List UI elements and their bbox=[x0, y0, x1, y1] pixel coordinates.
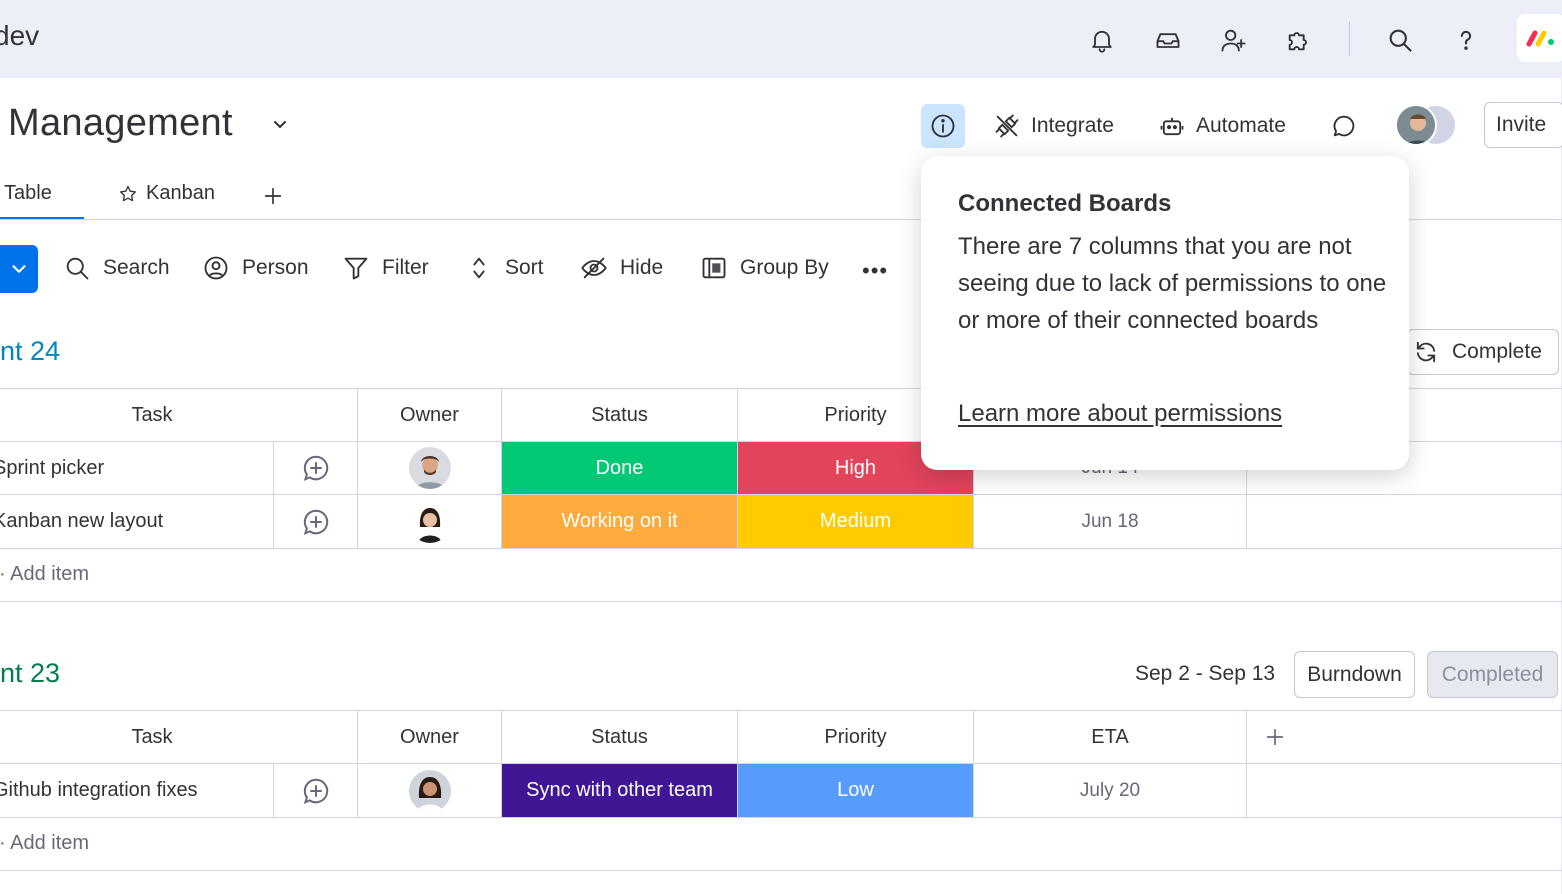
column-header-owner[interactable]: Owner bbox=[358, 711, 501, 763]
group-by-label: Group By bbox=[740, 256, 829, 279]
add-column-button[interactable] bbox=[1247, 711, 1303, 763]
tab-label: Kanban bbox=[146, 182, 215, 204]
invite-button[interactable]: Invite bbox=[1484, 102, 1562, 148]
star-icon bbox=[120, 185, 136, 201]
priority-label[interactable]: Medium bbox=[738, 495, 973, 548]
add-update-icon[interactable] bbox=[274, 764, 357, 817]
status-label[interactable]: Done bbox=[502, 442, 737, 494]
person-filter[interactable]: Person bbox=[202, 252, 309, 284]
popover-body: There are 7 columns that you are not see… bbox=[958, 233, 1387, 334]
hide-tool[interactable]: Hide bbox=[580, 252, 663, 284]
add-update-icon[interactable] bbox=[274, 442, 357, 494]
top-bar: dev bbox=[0, 0, 1562, 78]
automate-button[interactable]: Automate bbox=[1158, 108, 1286, 144]
integrate-button[interactable]: Integrate bbox=[993, 108, 1114, 144]
add-item-input[interactable]: · Add item bbox=[0, 832, 89, 855]
search-label: Search bbox=[103, 256, 170, 279]
column-header-priority[interactable]: Priority bbox=[738, 711, 973, 763]
plus-icon bbox=[1266, 728, 1284, 746]
bell-icon[interactable] bbox=[1084, 22, 1120, 58]
owner-avatar[interactable] bbox=[358, 764, 501, 817]
robot-icon bbox=[1160, 117, 1184, 136]
eta-date[interactable]: July 20 bbox=[974, 764, 1246, 817]
automate-label: Automate bbox=[1196, 114, 1286, 137]
add-update-icon[interactable] bbox=[274, 495, 357, 548]
updates-button[interactable] bbox=[1330, 108, 1358, 144]
complete-label: Complete bbox=[1452, 340, 1542, 363]
info-icon bbox=[931, 114, 955, 138]
help-icon[interactable] bbox=[1448, 22, 1484, 58]
search-icon[interactable] bbox=[1382, 22, 1418, 58]
status-label[interactable]: Working on it bbox=[502, 495, 737, 548]
add-view-button[interactable] bbox=[262, 185, 284, 207]
column-header-eta[interactable]: ETA bbox=[974, 711, 1246, 763]
board-members[interactable] bbox=[1395, 104, 1461, 146]
cycle-icon bbox=[1416, 341, 1436, 363]
complete-sprint-button[interactable]: Complete bbox=[1407, 329, 1559, 375]
info-button[interactable] bbox=[921, 104, 965, 148]
sort-icon bbox=[473, 257, 485, 279]
integrate-plug-icon bbox=[995, 114, 1019, 138]
learn-more-link[interactable]: Learn more about permissions bbox=[958, 400, 1282, 428]
filter-icon bbox=[344, 257, 368, 280]
sprint-date-range: Sep 2 - Sep 13 bbox=[1135, 662, 1276, 685]
person-icon bbox=[204, 256, 228, 280]
column-header-task[interactable]: Task bbox=[0, 389, 304, 441]
integrate-label: Integrate bbox=[1031, 114, 1114, 137]
chevron-down-icon[interactable] bbox=[268, 112, 292, 136]
new-item-dropdown[interactable] bbox=[0, 245, 38, 293]
avatar bbox=[1395, 104, 1437, 146]
column-header-status[interactable]: Status bbox=[502, 711, 737, 763]
eta-date[interactable]: Jun 18 bbox=[974, 495, 1246, 548]
task-name[interactable]: Sprint picker bbox=[0, 442, 273, 494]
workspace-name[interactable]: dev bbox=[0, 20, 39, 52]
filter-label: Filter bbox=[382, 256, 429, 279]
add-item-label: Add item bbox=[10, 832, 90, 854]
search-tool[interactable]: Search bbox=[63, 252, 170, 284]
board-title[interactable]: Management bbox=[8, 102, 233, 145]
connected-boards-popover: Connected Boards There are 7 columns tha… bbox=[921, 156, 1409, 470]
tab-label: Table bbox=[4, 182, 52, 204]
sort-label: Sort bbox=[505, 256, 544, 279]
person-label: Person bbox=[242, 256, 309, 279]
group-by-icon bbox=[702, 257, 726, 279]
status-label[interactable]: Sync with other team bbox=[502, 764, 737, 817]
task-name[interactable]: Github integration fixes bbox=[0, 764, 273, 817]
column-header-status[interactable]: Status bbox=[502, 389, 737, 441]
column-header-owner[interactable]: Owner bbox=[358, 389, 501, 441]
add-item-label: Add item bbox=[10, 563, 90, 585]
group-by-tool[interactable]: Group By bbox=[700, 252, 829, 284]
eye-off-icon bbox=[581, 257, 607, 279]
priority-label[interactable]: Low bbox=[738, 764, 973, 817]
monday-logo[interactable] bbox=[1517, 14, 1562, 62]
search-icon bbox=[66, 257, 89, 280]
tab-kanban[interactable]: Kanban bbox=[118, 182, 215, 205]
group-title[interactable]: nt 23 bbox=[0, 658, 60, 689]
completed-button: Completed bbox=[1427, 651, 1558, 698]
group-title[interactable]: nt 24 bbox=[0, 336, 60, 367]
owner-avatar[interactable] bbox=[358, 495, 501, 548]
add-item-input[interactable]: · Add item bbox=[0, 563, 89, 586]
more-options-button[interactable]: ••• bbox=[862, 258, 888, 284]
tab-table[interactable]: Table bbox=[4, 182, 52, 205]
hide-label: Hide bbox=[620, 256, 664, 279]
popover-title: Connected Boards bbox=[958, 190, 1172, 217]
sort-tool[interactable]: Sort bbox=[465, 252, 544, 284]
owner-avatar[interactable] bbox=[358, 442, 501, 494]
invite-user-icon[interactable] bbox=[1215, 22, 1251, 58]
chat-bubble-icon bbox=[1333, 115, 1355, 137]
plus-icon bbox=[264, 187, 282, 205]
column-header-task[interactable]: Task bbox=[0, 711, 304, 763]
filter-tool[interactable]: Filter bbox=[342, 252, 429, 284]
chevron-down-icon bbox=[12, 265, 26, 273]
topbar-divider bbox=[1349, 22, 1350, 56]
task-name[interactable]: Kanban new layout bbox=[0, 495, 273, 548]
inbox-icon[interactable] bbox=[1150, 22, 1186, 58]
apps-puzzle-icon[interactable] bbox=[1281, 22, 1317, 58]
burndown-button[interactable]: Burndown bbox=[1294, 651, 1415, 698]
